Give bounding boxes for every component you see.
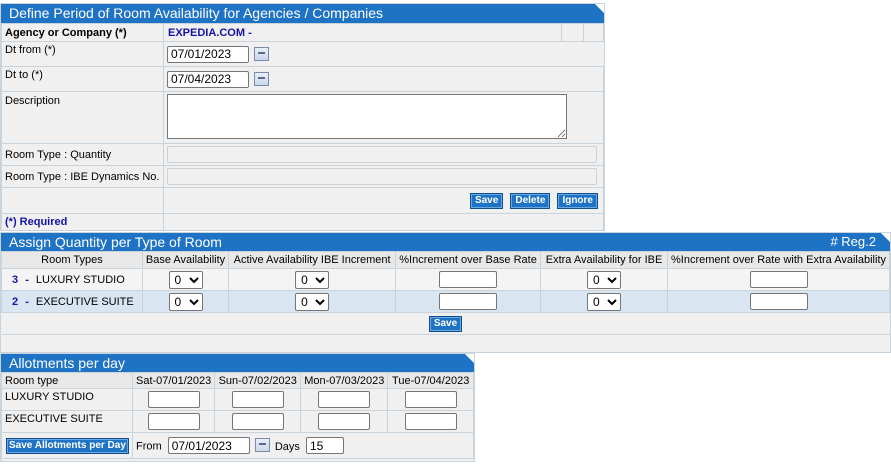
- room-id: 3: [12, 273, 19, 286]
- dt-to-calendar-icon[interactable]: [254, 71, 270, 86]
- allotments-table: Room type Sat-07/01/2023 Sun-07/02/2023 …: [1, 372, 474, 459]
- dt-to-input[interactable]: [167, 70, 249, 88]
- room-name: EXECUTIVE SUITE: [35, 295, 134, 308]
- room-type-name: EXECUTIVE SUITE: [1, 410, 133, 433]
- allotment-input[interactable]: [404, 391, 457, 408]
- from-date-input[interactable]: [167, 437, 250, 454]
- room-type-name: LUXURY STUDIO: [1, 388, 133, 411]
- dt-from-input[interactable]: [167, 45, 249, 63]
- table-row: 3 - LUXURY STUDIO 0 0 0: [1, 268, 890, 291]
- increment-base-input[interactable]: [439, 271, 498, 288]
- assign-quantity-panel: Assign Quantity per Type of Room # Reg.2…: [0, 232, 891, 353]
- ignore-button[interactable]: Ignore: [557, 192, 598, 209]
- allotment-input[interactable]: [147, 391, 200, 408]
- save-allotments-button[interactable]: Save Allotments per Day: [6, 437, 129, 454]
- base-availability-select[interactable]: 0: [168, 292, 203, 311]
- increment-extra-input[interactable]: [749, 271, 808, 288]
- allotment-input[interactable]: [404, 413, 457, 430]
- allotment-input[interactable]: [147, 413, 200, 430]
- col-active-ibe-increment: Active Availability IBE Increment: [228, 251, 397, 269]
- allotments-header-row: Room type Sat-07/01/2023 Sun-07/02/2023 …: [1, 372, 474, 389]
- assign-quantity-header: Assign Quantity per Type of Room # Reg.2: [1, 233, 890, 251]
- dt-from-calendar-icon[interactable]: [254, 46, 270, 61]
- header-fold-icon: [881, 233, 890, 242]
- define-period-form: Agency or Company (*) EXPEDIA.COM - Dt f…: [1, 23, 604, 231]
- description-textarea[interactable]: [167, 93, 567, 139]
- assign-quantity-title: Assign Quantity per Type of Room: [9, 234, 222, 250]
- col-increment-extra-rate: %Increment over Rate with Extra Availabi…: [667, 251, 890, 269]
- increment-extra-input[interactable]: [749, 293, 808, 310]
- allotment-input[interactable]: [231, 413, 284, 430]
- room-name: LUXURY STUDIO: [35, 273, 125, 286]
- col-day: Mon-07/03/2023: [300, 372, 389, 389]
- col-extra-availability-ibe: Extra Availability for IBE: [540, 251, 668, 269]
- room-ibe-field: [167, 168, 597, 185]
- base-availability-select[interactable]: 0: [168, 270, 203, 289]
- allotment-input[interactable]: [318, 391, 371, 408]
- agency-label: Agency or Company (*): [1, 23, 164, 42]
- room-id: 2: [12, 295, 19, 308]
- col-room-type: Room type: [1, 372, 133, 389]
- active-ibe-select[interactable]: 0: [295, 292, 330, 311]
- define-period-panel: Define Period of Room Availability for A…: [0, 3, 605, 231]
- col-day: Sat-07/01/2023: [131, 372, 216, 389]
- room-qty-field: [167, 146, 597, 163]
- table-row: LUXURY STUDIO: [1, 388, 474, 411]
- record-count: # Reg.2: [830, 234, 876, 249]
- col-base-availability: Base Availability: [141, 251, 230, 269]
- define-period-header: Define Period of Room Availability for A…: [1, 4, 604, 23]
- from-calendar-icon[interactable]: [254, 438, 270, 452]
- from-label: From: [136, 440, 162, 453]
- header-fold-icon: [465, 354, 474, 363]
- assign-header-row: Room Types Base Availability Active Avai…: [1, 251, 890, 269]
- dt-to-label: Dt to (*): [1, 66, 164, 92]
- delete-button[interactable]: Delete: [510, 192, 551, 209]
- room-qty-label: Room Type : Quantity: [1, 143, 164, 166]
- col-day: Tue-07/04/2023: [387, 372, 474, 389]
- extra-availability-select[interactable]: 0: [587, 292, 622, 311]
- increment-base-input[interactable]: [439, 293, 498, 310]
- extra-availability-select[interactable]: 0: [587, 270, 622, 289]
- allotments-panel: Allotments per day Room type Sat-07/01/2…: [0, 353, 475, 462]
- days-label: Days: [274, 440, 300, 453]
- days-input[interactable]: [305, 437, 344, 454]
- table-row: EXECUTIVE SUITE: [1, 410, 474, 433]
- define-period-title: Define Period of Room Availability for A…: [9, 5, 384, 21]
- allotments-header: Allotments per day: [1, 354, 474, 372]
- col-room-types: Room Types: [1, 251, 143, 269]
- agency-value: EXPEDIA.COM -: [163, 23, 562, 42]
- assign-quantity-table: Room Types Base Availability Active Avai…: [1, 251, 890, 335]
- col-day: Sun-07/02/2023: [214, 372, 302, 389]
- dt-from-label: Dt from (*): [1, 41, 164, 67]
- description-label: Description: [1, 91, 164, 144]
- allotment-input[interactable]: [231, 391, 284, 408]
- assign-save-button[interactable]: Save: [428, 315, 463, 332]
- save-button[interactable]: Save: [469, 192, 504, 209]
- room-ibe-label: Room Type : IBE Dynamics No.: [1, 165, 164, 188]
- allotments-title: Allotments per day: [9, 355, 125, 371]
- active-ibe-select[interactable]: 0: [295, 270, 330, 289]
- required-note: (*) Required: [1, 213, 164, 231]
- table-row: 2 - EXECUTIVE SUITE 0 0 0: [1, 290, 890, 313]
- allotment-input[interactable]: [318, 413, 371, 430]
- col-increment-base-rate: %Increment over Base Rate: [395, 251, 542, 269]
- header-fold-icon: [595, 4, 604, 13]
